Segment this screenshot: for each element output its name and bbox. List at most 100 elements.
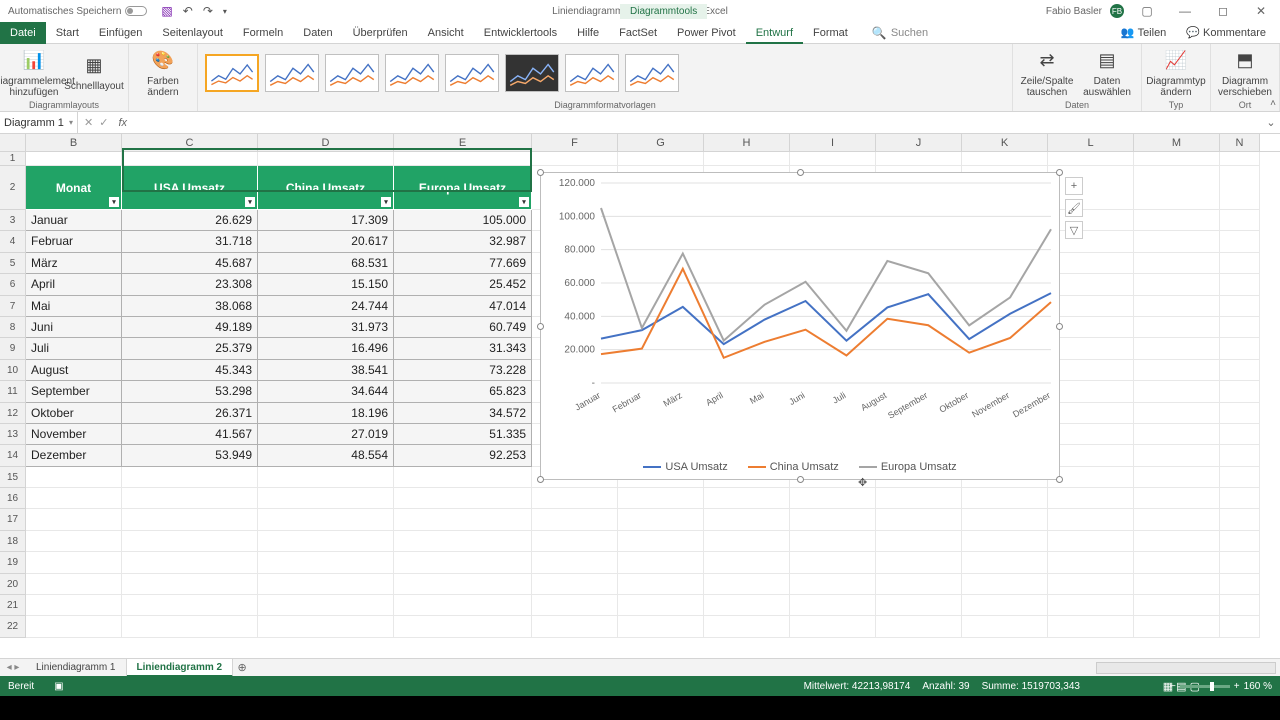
table-cell[interactable]: 92.253 <box>394 445 532 466</box>
cell[interactable] <box>258 467 394 488</box>
cancel-formula-icon[interactable]: ✕ <box>84 116 93 129</box>
cell[interactable] <box>26 616 122 637</box>
cell[interactable] <box>876 595 962 616</box>
resize-handle[interactable] <box>797 476 804 483</box>
row-header[interactable]: 17 <box>0 509 26 530</box>
select-all-corner[interactable] <box>0 134 26 151</box>
cell[interactable] <box>1220 552 1260 573</box>
cell[interactable] <box>618 574 704 595</box>
row-header[interactable]: 20 <box>0 574 26 595</box>
cell[interactable] <box>618 595 704 616</box>
cell[interactable] <box>258 509 394 530</box>
cell[interactable] <box>876 152 962 166</box>
table-cell[interactable]: 27.019 <box>258 424 394 445</box>
cell[interactable] <box>704 574 790 595</box>
cell[interactable] <box>1134 231 1220 252</box>
row-header[interactable]: 12 <box>0 403 26 424</box>
expand-formula-bar-icon[interactable]: ⌄ <box>1262 116 1280 129</box>
cell[interactable] <box>1134 253 1220 274</box>
table-cell[interactable]: 51.335 <box>394 424 532 445</box>
cell[interactable] <box>1220 574 1260 595</box>
worksheet-grid[interactable]: B C D E F G H I J K L M N 12Monat▾USA Um… <box>0 134 1280 658</box>
cell[interactable] <box>1220 253 1260 274</box>
cell[interactable] <box>1134 166 1220 210</box>
table-cell[interactable]: 60.749 <box>394 317 532 338</box>
cell[interactable] <box>394 467 532 488</box>
resize-handle[interactable] <box>1056 169 1063 176</box>
cell[interactable] <box>122 152 258 166</box>
cell[interactable] <box>1134 531 1220 552</box>
cell[interactable] <box>1134 403 1220 424</box>
resize-handle[interactable] <box>537 476 544 483</box>
table-cell[interactable]: 38.541 <box>258 360 394 381</box>
cell[interactable] <box>618 552 704 573</box>
cell[interactable] <box>790 552 876 573</box>
cell[interactable] <box>1048 552 1134 573</box>
fx-icon[interactable]: fx <box>118 117 127 129</box>
cell[interactable] <box>26 467 122 488</box>
cell[interactable] <box>1220 595 1260 616</box>
col-header[interactable]: L <box>1048 134 1134 151</box>
table-cell[interactable]: 105.000 <box>394 210 532 231</box>
change-colors-button[interactable]: 🎨Farben ändern <box>135 48 191 98</box>
table-cell[interactable]: 16.496 <box>258 338 394 359</box>
cell[interactable] <box>1134 274 1220 295</box>
row-header[interactable]: 22 <box>0 616 26 637</box>
resize-handle[interactable] <box>797 169 804 176</box>
cell[interactable] <box>532 488 618 509</box>
row-header[interactable]: 8 <box>0 317 26 338</box>
cell[interactable] <box>1220 210 1260 231</box>
table-cell[interactable]: 53.298 <box>122 381 258 402</box>
col-header[interactable]: H <box>704 134 790 151</box>
change-chart-type-button[interactable]: 📈Diagrammtyp ändern <box>1148 48 1204 98</box>
cell[interactable] <box>1220 317 1260 338</box>
cell[interactable] <box>962 574 1048 595</box>
cell[interactable] <box>876 574 962 595</box>
search-label[interactable]: Suchen <box>891 27 928 39</box>
tab-design[interactable]: Entwurf <box>746 22 803 44</box>
table-cell[interactable]: 17.309 <box>258 210 394 231</box>
col-header[interactable]: I <box>790 134 876 151</box>
table-cell[interactable]: 38.068 <box>122 296 258 317</box>
sheet-tab[interactable]: Liniendiagramm 1 <box>26 659 127 677</box>
cell[interactable] <box>122 531 258 552</box>
cell[interactable] <box>1220 152 1260 166</box>
col-header[interactable]: B <box>26 134 122 151</box>
search-icon[interactable]: 🔍 <box>872 26 887 40</box>
horizontal-scrollbar[interactable] <box>1096 662 1276 674</box>
cell[interactable] <box>26 488 122 509</box>
table-cell[interactable]: 20.617 <box>258 231 394 252</box>
table-cell[interactable]: Februar <box>26 231 122 252</box>
row-header[interactable]: 16 <box>0 488 26 509</box>
cell[interactable] <box>876 531 962 552</box>
cell[interactable] <box>1220 296 1260 317</box>
move-chart-button[interactable]: ⬒Diagramm verschieben <box>1217 48 1273 98</box>
filter-icon[interactable]: ▾ <box>519 197 529 207</box>
macro-record-icon[interactable]: ▣ <box>54 681 63 692</box>
table-cell[interactable]: 26.629 <box>122 210 258 231</box>
chart-legend[interactable]: USA Umsatz China Umsatz Europa Umsatz <box>541 461 1059 473</box>
tab-help[interactable]: Hilfe <box>567 22 609 44</box>
tab-start[interactable]: Start <box>46 22 89 44</box>
comments-button[interactable]: 💬Kommentare <box>1180 24 1272 41</box>
cell[interactable] <box>1048 152 1134 166</box>
cell[interactable] <box>704 152 790 166</box>
col-header[interactable]: K <box>962 134 1048 151</box>
table-cell[interactable]: September <box>26 381 122 402</box>
minimize-button[interactable]: — <box>1170 4 1200 18</box>
formula-input[interactable] <box>127 112 1262 133</box>
zoom-slider[interactable] <box>1180 685 1230 688</box>
tab-factset[interactable]: FactSet <box>609 22 667 44</box>
cell[interactable] <box>394 574 532 595</box>
resize-handle[interactable] <box>537 169 544 176</box>
col-header[interactable]: D <box>258 134 394 151</box>
table-cell[interactable]: Juni <box>26 317 122 338</box>
cell[interactable] <box>876 616 962 637</box>
cell[interactable] <box>532 552 618 573</box>
select-data-button[interactable]: ▤Daten auswählen <box>1079 48 1135 98</box>
zoom-control[interactable]: −+ 160 % <box>1170 681 1272 692</box>
tab-insert[interactable]: Einfügen <box>89 22 152 44</box>
table-cell[interactable]: Oktober <box>26 403 122 424</box>
cell[interactable] <box>1134 152 1220 166</box>
cell[interactable] <box>394 552 532 573</box>
